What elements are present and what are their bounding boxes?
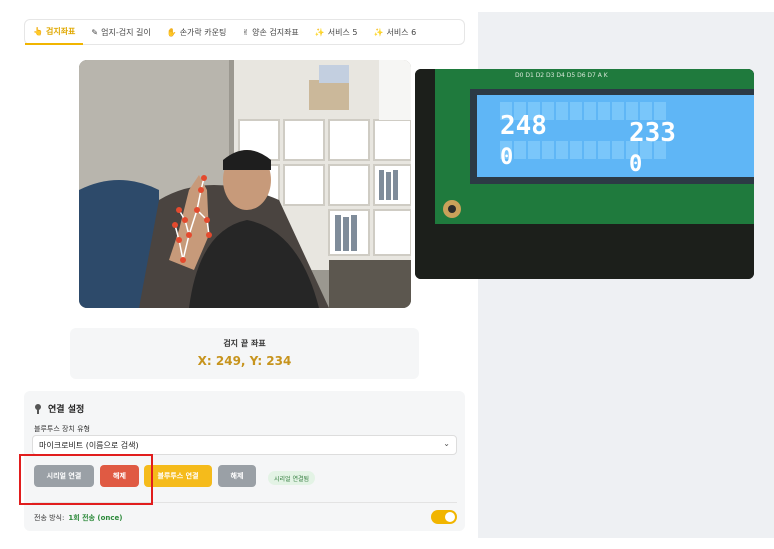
chevron-down-icon: ⌄: [443, 439, 450, 448]
coordinate-card: 검지 끝 좌표 X: 249, Y: 234: [70, 328, 419, 379]
camera-feed: [79, 60, 411, 308]
coordinate-value: X: 249, Y: 234: [197, 354, 292, 368]
lcd-display-photo: 248 233 0 0 D0 D1 D2 D3 D4 D5 D6 D7 A K: [415, 69, 754, 279]
victory-hand-icon: ✌: [242, 27, 250, 37]
lcd-row2-left: 0: [500, 145, 513, 170]
toggle-knob: [445, 512, 455, 522]
tab-finger-counting[interactable]: ✋ 손가락 카운팅: [159, 19, 235, 45]
pin-icon: [34, 403, 42, 414]
tab-bar: 👆 검지좌표 ✎ 엄지-검지 길이 ✋ 손가락 카운팅 ✌ 양손 검지좌표 ✨ 서비스 5…: [24, 19, 465, 45]
device-type-label: 블루투스 장치 유형: [34, 425, 90, 433]
send-mode-toggle[interactable]: [431, 510, 457, 524]
send-mode-value: 1회 전송 (once): [68, 514, 123, 522]
hand-icon: ✋: [166, 27, 177, 37]
tab-label: 양손 검지좌표: [252, 27, 299, 37]
device-type-select[interactable]: 마이크로비트 (이름으로 검색) ⌄: [32, 435, 457, 455]
camera-feed-illustration: [79, 60, 411, 308]
lcd-row1-left: 248: [500, 111, 547, 141]
pencil-icon: ✎: [91, 27, 99, 37]
bluetooth-disconnect-button[interactable]: 해제: [218, 465, 256, 487]
tab-service-5[interactable]: ✨ 서비스 5: [307, 19, 366, 45]
sparkle-icon: ✨: [314, 27, 325, 37]
tab-two-hand-coords[interactable]: ✌ 양손 검지좌표: [234, 19, 306, 45]
device-type-value: 마이크로비트 (이름으로 검색): [39, 440, 139, 450]
tab-index-finger-coords[interactable]: 👆 검지좌표: [25, 19, 84, 45]
highlight-annotation: [19, 454, 153, 505]
coordinate-title: 검지 끝 좌표: [223, 339, 266, 348]
tab-label: 서비스 5: [327, 27, 358, 37]
tab-service-6[interactable]: ✨ 서비스 6: [365, 19, 424, 45]
tab-label: 서비스 6: [386, 27, 417, 37]
lcd-row2-right: 0: [629, 152, 642, 177]
pointing-hand-icon: 👆: [33, 26, 43, 36]
sparkle-icon: ✨: [373, 27, 384, 37]
tab-thumb-index-length[interactable]: ✎ 엄지-검지 길이: [83, 19, 158, 45]
connection-title-text: 연결 설정: [48, 405, 85, 415]
status-badge: 시리얼 연결됨: [268, 471, 316, 485]
lcd-illustration: 248 233 0 0 D0 D1 D2 D3 D4 D5 D6 D7 A K: [415, 69, 754, 279]
send-mode: 전송 방식: 1회 전송 (once): [34, 513, 123, 523]
lcd-row1-right: 233: [629, 118, 676, 148]
send-mode-label: 전송 방식:: [34, 514, 65, 522]
lcd-board-pins: D0 D1 D2 D3 D4 D5 D6 D7 A K: [515, 72, 609, 79]
connection-title: 연결 설정: [34, 402, 84, 415]
tab-label: 손가락 카운팅: [179, 27, 227, 37]
bluetooth-connect-button[interactable]: 블루투스 연결: [144, 465, 212, 487]
tab-label: 엄지-검지 길이: [101, 27, 151, 37]
tab-label: 검지좌표: [45, 26, 76, 36]
